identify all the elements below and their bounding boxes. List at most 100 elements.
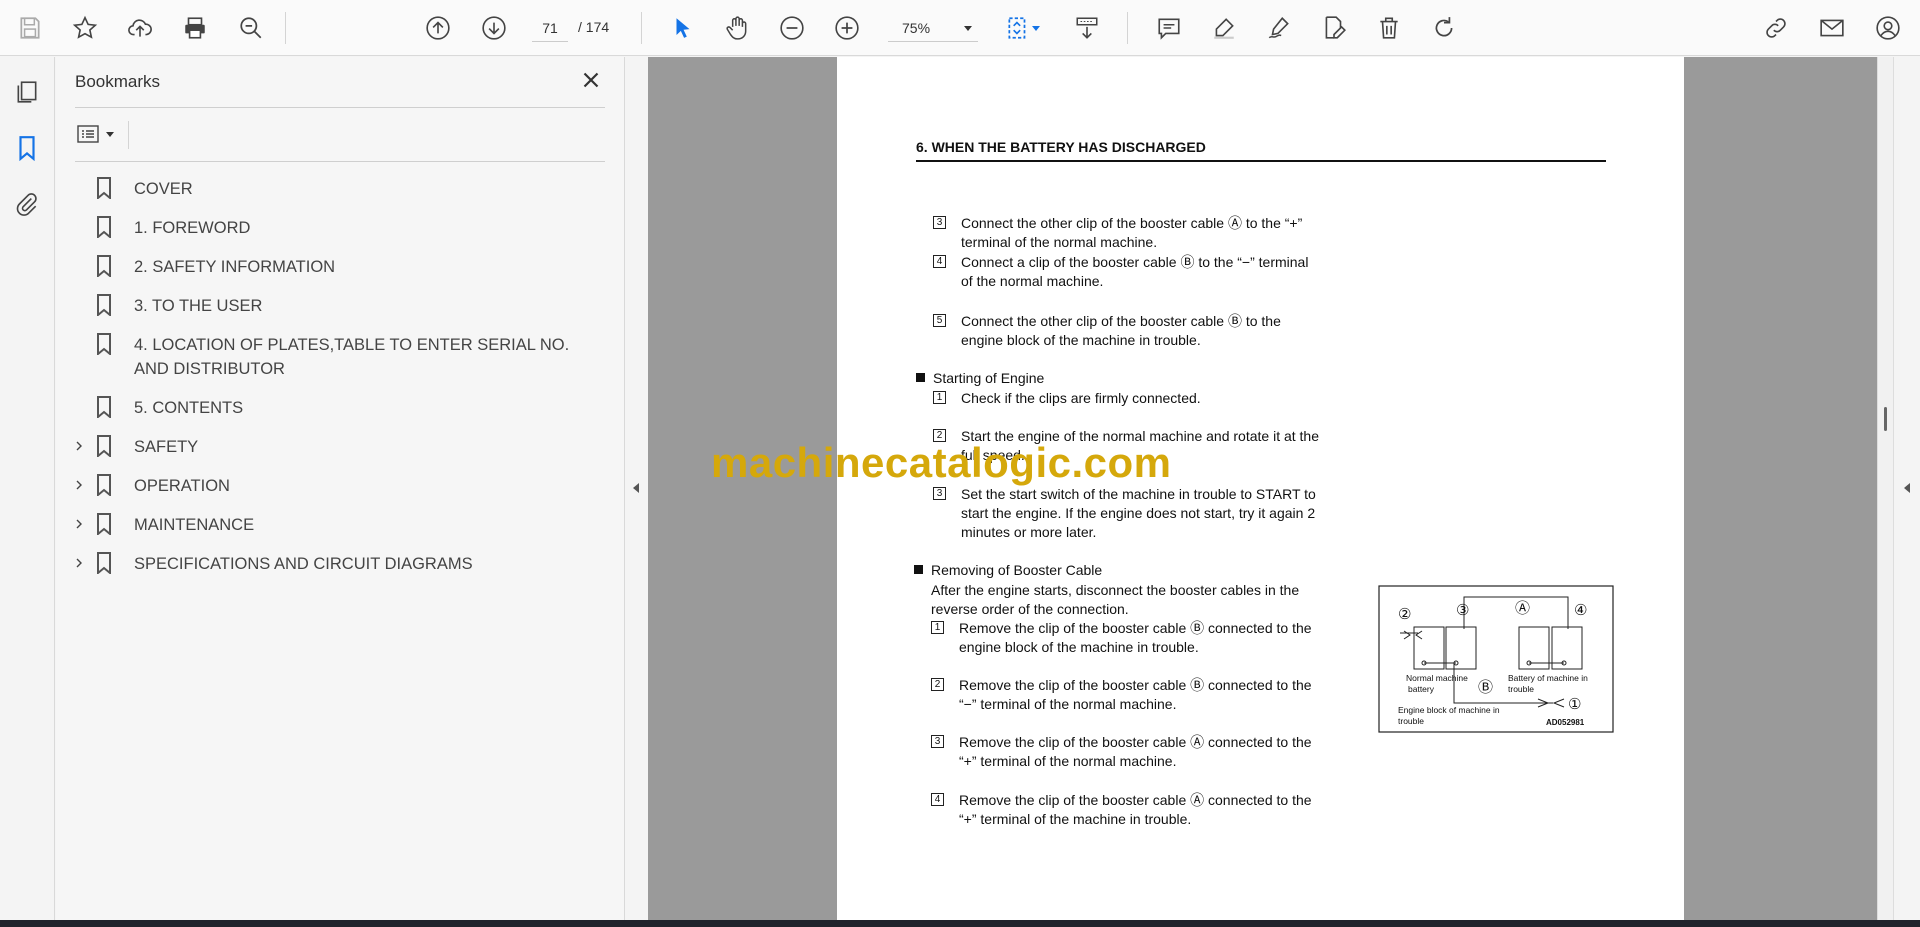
- share-link-icon[interactable]: [1758, 10, 1794, 46]
- bookmark-item[interactable]: OPERATION: [56, 474, 625, 498]
- zoom-in-icon[interactable]: [829, 10, 865, 46]
- step-number: 1: [931, 621, 944, 634]
- bookmark-label: SAFETY: [134, 438, 199, 456]
- close-icon[interactable]: [578, 67, 604, 93]
- email-icon[interactable]: [1814, 10, 1850, 46]
- bookmark-label: 4. LOCATION OF PLATES,TABLE TO ENTER SER…: [134, 336, 570, 378]
- chevron-right-icon[interactable]: [72, 552, 86, 574]
- zoom-out-icon[interactable]: [774, 10, 810, 46]
- bookmarks-panel: Bookmarks COVER 1. FOREWORD 2. SAFETY INFO…: [56, 57, 625, 920]
- chevron-right-icon[interactable]: [72, 513, 86, 535]
- bookmark-item[interactable]: COVER: [56, 177, 625, 201]
- chevron-down-icon: [106, 131, 114, 137]
- zoom-level-select[interactable]: 75%: [888, 14, 978, 42]
- step-number: 1: [933, 391, 946, 404]
- figure-label: trouble: [1398, 716, 1424, 726]
- select-arrow-icon[interactable]: [665, 10, 701, 46]
- edit-pdf-icon[interactable]: [1316, 10, 1352, 46]
- scroll-mode-icon[interactable]: [1069, 10, 1105, 46]
- scrollbar-thumb[interactable]: [1884, 407, 1887, 431]
- chevron-down-icon: [964, 26, 972, 31]
- bookmark-label: MAINTENANCE: [134, 516, 255, 534]
- bookmark-icon: [96, 513, 120, 535]
- bookmark-item[interactable]: SAFETY: [56, 435, 625, 459]
- delete-icon[interactable]: [1371, 10, 1407, 46]
- expand-right-panel-icon[interactable]: [1899, 477, 1915, 499]
- attachments-icon[interactable]: [12, 189, 42, 219]
- figure-label: Battery of machine in: [1508, 673, 1588, 683]
- figure-label: trouble: [1508, 684, 1534, 694]
- bookmark-star-icon[interactable]: [67, 10, 103, 46]
- print-icon[interactable]: [177, 10, 213, 46]
- zoom-level-value: 75%: [902, 19, 931, 36]
- account-icon[interactable]: [1870, 10, 1906, 46]
- watermark-text: machinecatalogic.com: [711, 439, 1172, 486]
- highlight-icon[interactable]: [1206, 10, 1242, 46]
- list-options-icon: [77, 125, 99, 143]
- bookmark-item[interactable]: 3. TO THE USER: [56, 294, 625, 318]
- bookmark-label: 3. TO THE USER: [134, 297, 263, 315]
- bookmark-label: COVER: [134, 180, 193, 198]
- figure-label: battery: [1408, 684, 1435, 694]
- panel-title: Bookmarks: [75, 72, 161, 91]
- section-title: Removing of Booster Cable: [931, 562, 1103, 578]
- navigation-rail: [0, 57, 55, 920]
- bookmark-item[interactable]: SPECIFICATIONS AND CIRCUIT DIAGRAMS: [56, 552, 625, 576]
- bookmark-options-button[interactable]: [76, 119, 124, 149]
- step-text: Connect a clip of the booster cable Ⓑ to…: [961, 254, 1309, 289]
- fit-page-icon[interactable]: [1000, 10, 1040, 46]
- step-text: Remove the clip of the booster cable Ⓑ c…: [959, 620, 1312, 655]
- bookmark-item[interactable]: 4. LOCATION OF PLATES,TABLE TO ENTER SER…: [56, 333, 625, 381]
- collapse-panel-icon[interactable]: [628, 477, 644, 499]
- page-number-input[interactable]: 71: [532, 14, 568, 42]
- bookmark-item[interactable]: MAINTENANCE: [56, 513, 625, 537]
- step-text: Set the start switch of the machine in t…: [961, 486, 1316, 540]
- page-down-icon[interactable]: [476, 10, 512, 46]
- upload-cloud-icon[interactable]: [122, 10, 158, 46]
- bookmark-item[interactable]: 5. CONTENTS: [56, 396, 625, 420]
- page-heading: 6. WHEN THE BATTERY HAS DISCHARGED: [916, 139, 1206, 155]
- bookmarks-icon[interactable]: [12, 133, 42, 163]
- callout-3: ③: [1456, 601, 1469, 619]
- zoom-search-icon[interactable]: [233, 10, 269, 46]
- bookmark-label: SPECIFICATIONS AND CIRCUIT DIAGRAMS: [134, 555, 473, 573]
- step-number: 5: [933, 314, 946, 327]
- step-number: 2: [931, 678, 944, 691]
- comment-icon[interactable]: [1151, 10, 1187, 46]
- step-text: Connect the other clip of the booster ca…: [961, 313, 1281, 348]
- section-intro: After the engine starts, disconnect the …: [931, 582, 1300, 617]
- divider: [128, 121, 129, 149]
- callout-b: Ⓑ: [1478, 678, 1493, 696]
- step-number: 3: [933, 487, 946, 500]
- figure-code: AD052981: [1546, 718, 1585, 727]
- main-toolbar: 71 / 174 75%: [0, 0, 1920, 56]
- pdf-page: 6. WHEN THE BATTERY HAS DISCHARGED 3 Con…: [837, 57, 1684, 920]
- rotate-icon[interactable]: [1426, 10, 1462, 46]
- page-up-icon[interactable]: [420, 10, 456, 46]
- callout-a: Ⓐ: [1515, 599, 1530, 617]
- step-text: Remove the clip of the booster cable Ⓑ c…: [959, 677, 1312, 712]
- step-text: Connect the other clip of the booster ca…: [961, 215, 1303, 250]
- bookmark-icon: [96, 435, 120, 457]
- bookmark-icon: [96, 333, 120, 355]
- document-viewport[interactable]: 6. WHEN THE BATTERY HAS DISCHARGED 3 Con…: [648, 57, 1877, 920]
- bookmark-icon: [96, 474, 120, 496]
- pages-icon[interactable]: [12, 77, 42, 107]
- bookmark-icon: [96, 396, 120, 418]
- chevron-right-icon[interactable]: [72, 474, 86, 496]
- chevron-down-icon: [1032, 26, 1040, 31]
- step-number: 3: [931, 735, 944, 748]
- bookmark-item[interactable]: 2. SAFETY INFORMATION: [56, 255, 625, 279]
- save-icon[interactable]: [12, 10, 48, 46]
- chevron-right-icon[interactable]: [72, 435, 86, 457]
- bookmark-label: 1. FOREWORD: [134, 219, 251, 237]
- vertical-scrollbar[interactable]: [1877, 57, 1893, 920]
- hand-icon[interactable]: [719, 10, 755, 46]
- sign-icon[interactable]: [1261, 10, 1297, 46]
- step-number: 3: [933, 216, 946, 229]
- heading-rule: [916, 160, 1606, 162]
- bookmark-item[interactable]: 1. FOREWORD: [56, 216, 625, 240]
